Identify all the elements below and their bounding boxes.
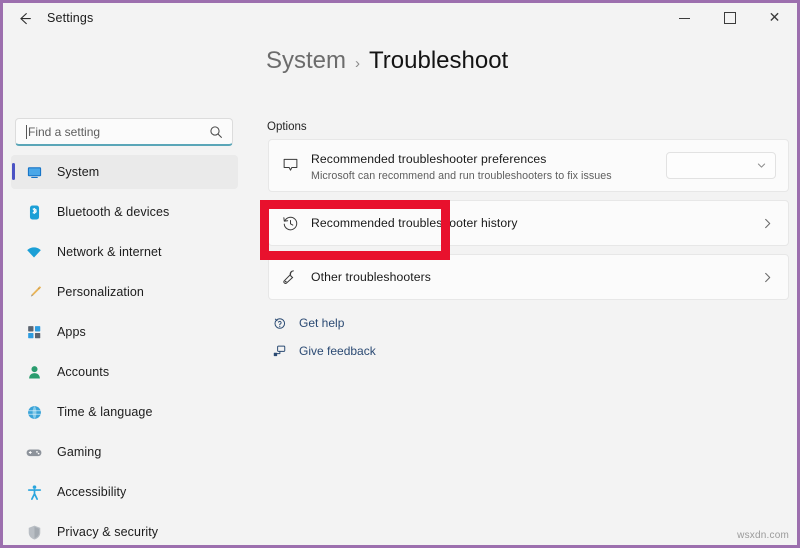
section-label: Options <box>267 121 307 133</box>
person-icon <box>21 364 47 381</box>
back-button[interactable] <box>7 4 41 32</box>
card-subtitle: Microsoft can recommend and run troubles… <box>311 170 666 182</box>
feedback-icon <box>268 344 290 359</box>
link-label: Give feedback <box>299 344 376 358</box>
minimize-icon <box>679 18 690 19</box>
link-label: Get help <box>299 316 344 330</box>
card-title: Recommended troubleshooter history <box>311 216 518 230</box>
app-title: Settings <box>47 11 93 25</box>
sidebar-item-accounts[interactable]: Accounts <box>11 355 238 389</box>
main-content: System › Troubleshoot Options Recommende… <box>246 33 797 548</box>
sidebar-item-privacy-security[interactable]: Privacy & security <box>11 515 238 548</box>
sidebar-item-bluetooth-devices[interactable]: Bluetooth & devices <box>11 195 238 229</box>
monitor-icon <box>21 164 47 181</box>
sidebar: System Bluetooth & devices Network <box>3 33 246 548</box>
help-question-icon <box>268 316 290 331</box>
card-text: Other troubleshooters <box>311 268 746 286</box>
wifi-icon <box>21 244 47 261</box>
chevron-right-icon <box>746 217 788 230</box>
sidebar-item-label: Accounts <box>57 365 109 379</box>
chevron-down-icon <box>756 160 767 171</box>
sidebar-nav: System Bluetooth & devices Network <box>3 155 246 548</box>
card-title: Other troubleshooters <box>311 270 431 284</box>
arrow-left-icon <box>16 10 33 27</box>
gamepad-icon <box>21 444 47 461</box>
bluetooth-icon <box>21 204 47 221</box>
sidebar-item-label: Privacy & security <box>57 525 158 539</box>
sidebar-item-gaming[interactable]: Gaming <box>11 435 238 469</box>
give-feedback-link[interactable]: Give feedback <box>268 339 418 363</box>
breadcrumb-separator-icon: › <box>355 55 360 72</box>
search-box[interactable] <box>15 118 233 146</box>
sidebar-item-label: Gaming <box>57 445 101 459</box>
sidebar-item-label: Network & internet <box>57 245 162 259</box>
footer-links: Get help Give feedback <box>268 311 418 367</box>
close-button[interactable]: ✕ <box>752 3 797 33</box>
page-title: Troubleshoot <box>369 47 508 75</box>
card-other-troubleshooters[interactable]: Other troubleshooters <box>268 254 789 300</box>
history-clock-icon <box>269 214 311 233</box>
window-caption-buttons: ✕ <box>662 3 797 33</box>
maximize-icon <box>724 12 736 24</box>
search-icon[interactable] <box>209 125 223 139</box>
sidebar-item-label: Personalization <box>57 285 144 299</box>
watermark: wsxdn.com <box>737 530 789 541</box>
card-recommended-troubleshooter-preferences[interactable]: Recommended troubleshooter preferences M… <box>268 139 789 192</box>
globe-clock-icon <box>21 404 47 421</box>
shield-icon <box>21 524 47 541</box>
get-help-link[interactable]: Get help <box>268 311 418 335</box>
apps-grid-icon <box>21 324 47 341</box>
card-title: Recommended troubleshooter preferences <box>311 152 547 166</box>
paintbrush-icon <box>21 284 47 301</box>
chevron-right-icon <box>746 271 788 284</box>
card-text: Recommended troubleshooter history <box>311 214 746 232</box>
breadcrumb-parent-link[interactable]: System <box>266 47 346 75</box>
accessibility-person-icon <box>21 484 47 501</box>
sidebar-item-network-internet[interactable]: Network & internet <box>11 235 238 269</box>
settings-card-list: Recommended troubleshooter preferences M… <box>268 139 789 308</box>
sidebar-item-time-language[interactable]: Time & language <box>11 395 238 429</box>
speech-bubble-icon <box>269 156 311 175</box>
sidebar-item-label: System <box>57 165 99 179</box>
card-text: Recommended troubleshooter preferences M… <box>311 150 666 182</box>
sidebar-item-apps[interactable]: Apps <box>11 315 238 349</box>
maximize-button[interactable] <box>707 3 752 33</box>
wrench-icon <box>269 268 311 287</box>
sidebar-item-label: Apps <box>57 325 86 339</box>
minimize-button[interactable] <box>662 3 707 33</box>
title-bar: Settings ✕ <box>3 3 797 33</box>
search-input[interactable] <box>27 125 209 139</box>
sidebar-item-label: Bluetooth & devices <box>57 205 169 219</box>
settings-window: Settings ✕ <box>0 0 800 548</box>
sidebar-item-personalization[interactable]: Personalization <box>11 275 238 309</box>
sidebar-item-label: Time & language <box>57 405 153 419</box>
sidebar-item-accessibility[interactable]: Accessibility <box>11 475 238 509</box>
breadcrumb: System › Troubleshoot <box>266 47 508 75</box>
card-recommended-troubleshooter-history[interactable]: Recommended troubleshooter history <box>268 200 789 246</box>
close-icon: ✕ <box>769 11 781 25</box>
sidebar-item-system[interactable]: System <box>11 155 238 189</box>
recommended-troubleshooter-preferences-dropdown[interactable] <box>666 152 776 179</box>
sidebar-item-label: Accessibility <box>57 485 126 499</box>
